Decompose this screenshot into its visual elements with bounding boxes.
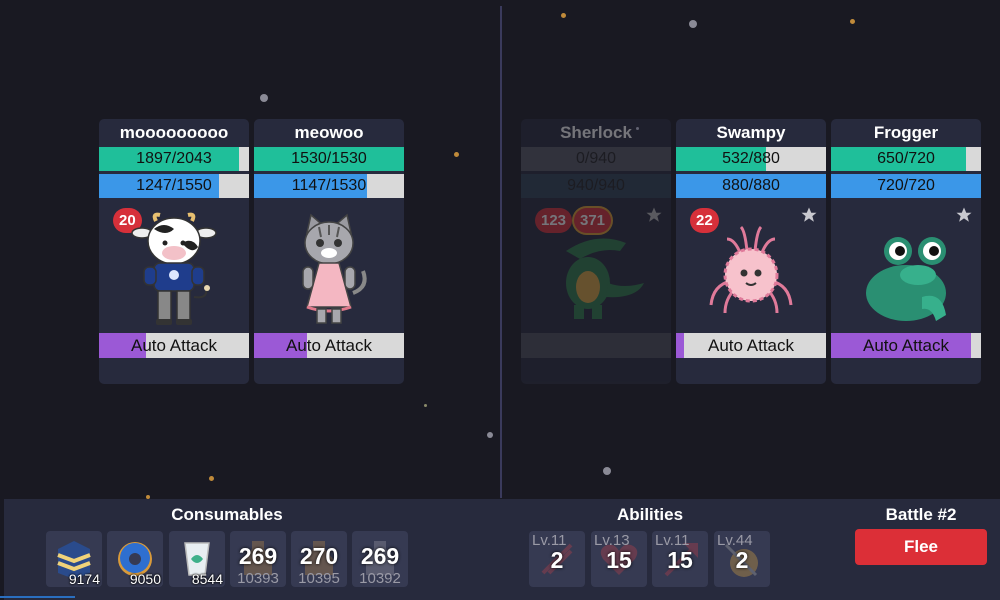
hp-bar: 532/880 [676,147,826,171]
consumable-slot-cup[interactable]: 8544 [169,531,225,587]
ability-slot-4[interactable]: Lv.44 2 [714,531,770,587]
item-count: 269 [238,543,278,569]
item-stock: 10395 [298,570,340,587]
star-icon[interactable] [645,206,663,224]
hp-bar: 650/720 [831,147,981,171]
ability-slot-1[interactable]: Lv.11 2 [529,531,585,587]
ability-cooldown: 15 [606,547,632,573]
consumable-slot-potion[interactable]: 269 10392 [352,531,408,587]
progress-indicator [0,596,75,598]
hp-bar: 1897/2043 [99,147,249,171]
ability-cooldown: 15 [667,547,693,573]
consumable-slot-cake[interactable]: 9174 [46,531,102,587]
mp-bar: 1147/1530 [254,174,404,198]
mp-bar: 940/940 [521,174,671,198]
mp-bar: 1247/1550 [99,174,249,198]
enemy-card-sherlock[interactable]: Sherlock 0/940 940/940 123 371 [521,119,671,384]
hp-bar: 1530/1530 [254,147,404,171]
action-bar[interactable]: Auto Attack [254,333,404,358]
action-bar[interactable]: Auto Attack [831,333,981,358]
ability-slot-2[interactable]: Lv.13 15 [591,531,647,587]
item-stock: 10392 [359,570,401,587]
ally-card-mooooooooo[interactable]: mooooooooo 1897/2043 1247/1550 20 Auto A… [99,119,249,384]
frog-icon [866,237,946,321]
star-icon[interactable] [800,206,818,224]
cat-person-icon [302,213,367,324]
item-quantity: 8544 [191,571,223,587]
item-quantity: 9050 [129,571,161,587]
item-count: 270 [299,543,339,569]
ability-cooldown: 2 [735,547,749,573]
consumable-slot-mp-potion[interactable]: 270 10395 [291,531,347,587]
battlefield-divider [500,6,502,498]
ability-cooldown: 2 [550,547,564,573]
item-count: 269 [360,543,400,569]
enemy-card-frogger[interactable]: Frogger 650/720 720/720 Auto Attack [831,119,981,384]
battle-title: Battle #2 [885,505,957,524]
abilities-title: Abilities [616,505,684,524]
flee-button[interactable]: Flee [855,529,987,565]
mp-bar: 880/880 [676,174,826,198]
unit-name: Sherlock [560,123,632,142]
unit-name: mooooooooo [119,123,229,142]
spider-icon [709,225,793,314]
mp-bar: 720/720 [831,174,981,198]
cow-person-icon [131,212,217,325]
unit-name: meowoo [294,123,364,142]
action-bar[interactable] [521,333,671,358]
unit-name: Swampy [716,123,786,142]
item-stock: 10393 [237,570,279,587]
action-bar[interactable]: Auto Attack [676,333,826,358]
unit-name: Frogger [873,123,939,142]
hp-bar: 0/940 [521,147,671,171]
ally-card-meowoo[interactable]: meowoo 1530/1530 1147/1530 Auto Attack [254,119,404,384]
crocodile-icon [566,238,644,319]
action-bar[interactable]: Auto Attack [99,333,249,358]
consumable-slot-donut[interactable]: 9050 [107,531,163,587]
consumable-slot-hp-potion[interactable]: 269 10393 [230,531,286,587]
enemy-card-swampy[interactable]: Swampy 532/880 880/880 22 Auto Attack [676,119,826,384]
ability-slot-3[interactable]: Lv.11 15 [652,531,708,587]
item-quantity: 9174 [68,571,100,587]
consumables-title: Consumables [171,505,283,524]
